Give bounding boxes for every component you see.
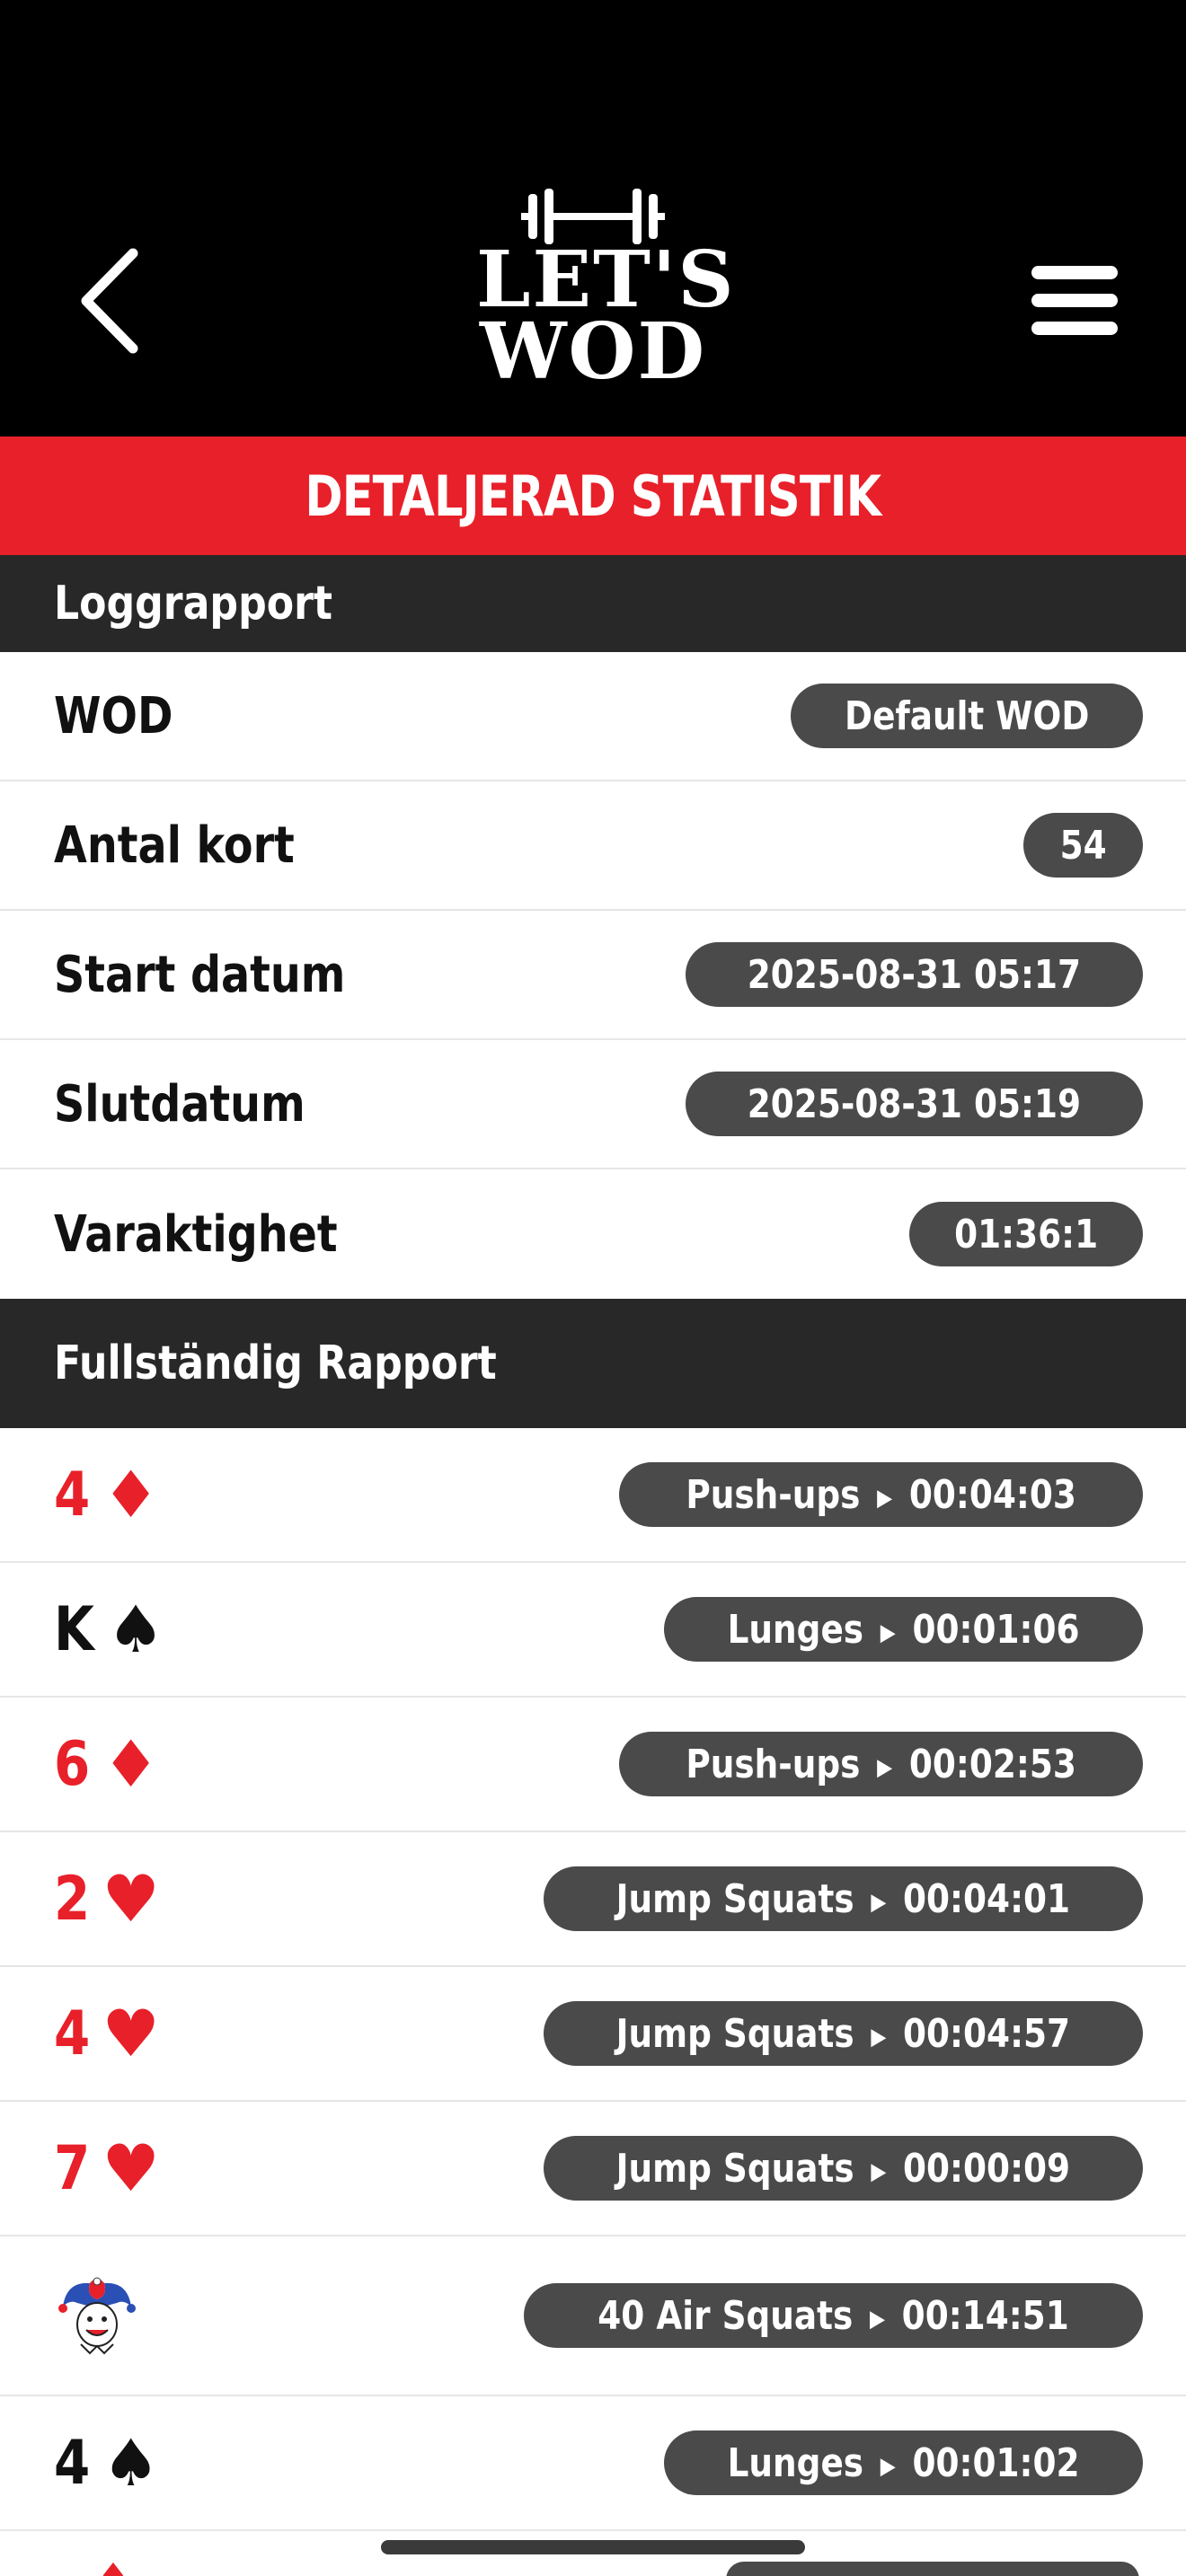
exercise-badge: Lunges ▶ 00:01:02 [663, 2430, 1143, 2495]
stat-row-wod: WOD Default WOD [0, 652, 1186, 781]
stat-row-start-date: Start datum 2025-08-31 05:17 [0, 911, 1186, 1040]
stat-row-card-count: Antal kort 54 [0, 781, 1186, 911]
page-title-bar: DETALJERAD STATISTIK [0, 437, 1186, 555]
exercise-time: 00:01:02 [912, 2439, 1080, 2486]
exercise-badge: Jump Squats ▶ 00:04:01 [544, 1866, 1143, 1931]
stat-value-badge: Default WOD [790, 684, 1143, 748]
exercise-badge: Jump Squats ▶ 00:04:57 [544, 2001, 1143, 2066]
playing-card: 4 ♥ [54, 1998, 160, 2069]
play-arrow-icon: ▶ [871, 2157, 887, 2185]
card-row: 7 ♥ Jump Squats ▶ 00:00:09 [0, 2102, 1186, 2236]
playing-card: K ♠ [54, 1594, 164, 1665]
stat-label: WOD [54, 686, 173, 745]
logo-text-line1: LET'S [476, 234, 736, 325]
back-button[interactable] [72, 243, 153, 359]
logo-text-line2: WOD [479, 306, 707, 397]
diamond-suit-icon: ♦ [97, 2556, 129, 2576]
diamond-suit-icon: ♦ [102, 1726, 160, 1802]
play-arrow-icon: ▶ [880, 2452, 896, 2480]
card-row: 4 ♦ Push-ups ▶ 00:04:03 [0, 1428, 1186, 1563]
playing-card: 2 ♥ [54, 1864, 160, 1935]
heart-suit-icon: ♥ [102, 1861, 160, 1936]
exercise-name: Jump Squats [615, 1875, 854, 1922]
home-indicator[interactable] [381, 2540, 805, 2554]
exercise-badge: Push-ups ▶ 00:02:53 [618, 1732, 1143, 1796]
app-logo: LET'S WOD [476, 189, 736, 413]
page-title: DETALJERAD STATISTIK [305, 463, 881, 529]
stat-value-badge: 01:36:1 [908, 1202, 1143, 1266]
exercise-name: Push-ups [686, 1741, 861, 1787]
card-row: K ♠ Lunges ▶ 00:01:06 [0, 1563, 1186, 1698]
card-rank: 2 [54, 1863, 91, 1935]
card-rank: 7 [54, 2132, 91, 2204]
app-header: LET'S WOD [0, 0, 1186, 437]
exercise-name: Push-ups [686, 1471, 861, 1518]
hamburger-menu-icon [1031, 266, 1118, 335]
stat-label: Slutdatum [54, 1074, 305, 1134]
stat-row-duration: Varaktighet 01:36:1 [0, 1169, 1186, 1299]
exercise-time: 00:14:51 [901, 2292, 1069, 2339]
card-row: 2 ♥ Jump Squats ▶ 00:04:01 [0, 1832, 1186, 1967]
stat-value-badge: 2025-08-31 05:17 [686, 942, 1143, 1007]
spade-suit-icon: ♠ [106, 1592, 165, 1667]
exercise-badge [726, 2562, 1139, 2576]
play-arrow-icon: ▶ [876, 1753, 892, 1781]
exercise-time: 00:04:01 [903, 1875, 1071, 1922]
log-report-heading-text: Loggrapport [54, 577, 333, 631]
card-rank: 4 [54, 1998, 91, 2069]
exercise-time: 00:04:03 [908, 1471, 1076, 1518]
joker-icon [58, 2277, 136, 2355]
exercise-name: Lunges [727, 1606, 863, 1653]
exercise-name: Lunges [727, 2439, 863, 2486]
playing-card: 4 ♠ [54, 2428, 160, 2499]
stat-row-end-date: Slutdatum 2025-08-31 05:19 [0, 1040, 1186, 1169]
playing-card [54, 2272, 140, 2359]
exercise-time: 00:02:53 [908, 1741, 1076, 1787]
full-report-heading: Fullständig Rapport [0, 1299, 1186, 1428]
play-arrow-icon: ▶ [869, 2305, 885, 2333]
play-arrow-icon: ▶ [871, 2023, 887, 2051]
exercise-name: Jump Squats [615, 2145, 854, 2192]
exercise-badge: Push-ups ▶ 00:04:03 [618, 1462, 1143, 1527]
menu-button[interactable] [1031, 266, 1118, 335]
playing-card: 7 ♥ [54, 2133, 160, 2204]
diamond-suit-icon: ♦ [102, 1457, 160, 1532]
stat-label: Antal kort [54, 816, 295, 875]
play-arrow-icon: ▶ [876, 1484, 892, 1512]
spade-suit-icon: ♠ [102, 2425, 160, 2501]
exercise-time: 00:04:57 [903, 2010, 1071, 2057]
playing-card: 6 ♦ [54, 1729, 160, 1800]
card-rank: 4 [54, 1459, 91, 1531]
card-rank: 6 [54, 1728, 91, 1800]
card-rank: 4 [54, 2427, 91, 2499]
stat-label: Start datum [54, 945, 346, 1004]
chevron-left-icon [81, 248, 138, 354]
play-arrow-icon: ▶ [871, 1888, 887, 1916]
exercise-name: Jump Squats [615, 2010, 854, 2057]
stat-value-badge: 2025-08-31 05:19 [686, 1072, 1143, 1136]
exercise-badge: 40 Air Squats ▶ 00:14:51 [523, 2283, 1143, 2348]
stat-value-badge: 54 [1022, 813, 1143, 878]
exercise-name: 40 Air Squats [597, 2292, 854, 2339]
card-row: 4 ♥ Jump Squats ▶ 00:04:57 [0, 1967, 1186, 2102]
play-arrow-icon: ▶ [880, 1619, 896, 1646]
exercise-time: 00:01:06 [912, 1606, 1080, 1653]
playing-card: 4 ♦ [54, 1460, 160, 1531]
card-row: 6 ♦ Push-ups ▶ 00:02:53 [0, 1698, 1186, 1832]
full-report-heading-text: Fullständig Rapport [54, 1337, 497, 1390]
stat-label: Varaktighet [54, 1204, 338, 1264]
heart-suit-icon: ♥ [102, 2130, 160, 2206]
exercise-badge: Jump Squats ▶ 00:00:09 [544, 2136, 1143, 2201]
card-row: 40 Air Squats ▶ 00:14:51 [0, 2236, 1186, 2396]
card-row: 4 ♠ Lunges ▶ 00:01:02 [0, 2396, 1186, 2531]
log-report-heading: Loggrapport [0, 555, 1186, 652]
exercise-time: 00:00:09 [903, 2145, 1071, 2192]
heart-suit-icon: ♥ [102, 1996, 160, 2071]
card-rank: K [54, 1593, 94, 1665]
exercise-badge: Lunges ▶ 00:01:06 [663, 1597, 1143, 1662]
